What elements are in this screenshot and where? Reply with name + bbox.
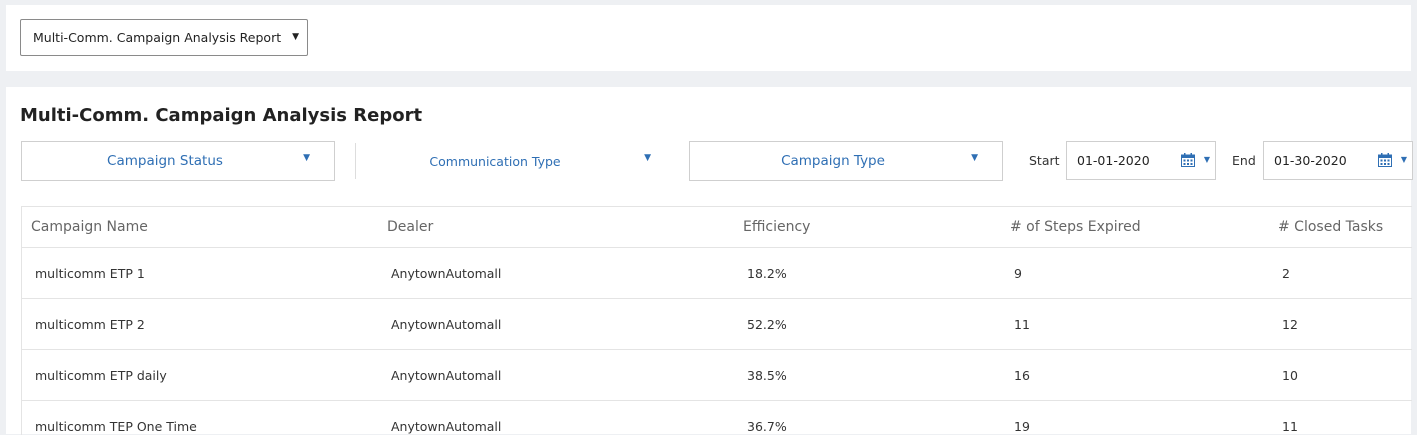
table-header-row: Campaign Name Dealer Efficiency # of Ste…	[22, 207, 1412, 248]
cell-efficiency: 36.7%	[734, 401, 1001, 435]
cell-campaign-name: multicomm ETP 1	[22, 248, 378, 299]
caret-down-icon: ▼	[1401, 155, 1407, 164]
campaign-analysis-table: Campaign Name Dealer Efficiency # of Ste…	[22, 207, 1412, 435]
caret-down-icon: ▼	[644, 153, 651, 163]
cell-closed-tasks: 10	[1269, 350, 1412, 401]
end-date-input[interactable]: 01-30-2020 ▼	[1263, 141, 1413, 180]
cell-efficiency: 52.2%	[734, 299, 1001, 350]
start-date-value: 01-01-2020	[1077, 153, 1150, 168]
column-header-campaign-name[interactable]: Campaign Name	[22, 207, 378, 248]
campaign-status-dropdown[interactable]: Campaign Status ▼	[21, 141, 335, 181]
report-panel: Multi-Comm. Campaign Analysis Report Cam…	[6, 87, 1411, 434]
cell-campaign-name: multicomm ETP 2	[22, 299, 378, 350]
cell-campaign-name: multicomm TEP One Time	[22, 401, 378, 435]
cell-efficiency: 38.5%	[734, 350, 1001, 401]
column-header-closed-tasks[interactable]: # Closed Tasks	[1269, 207, 1412, 248]
cell-steps-expired: 16	[1001, 350, 1269, 401]
column-header-efficiency[interactable]: Efficiency	[734, 207, 1001, 248]
campaign-type-label: Campaign Type	[781, 153, 885, 169]
cell-dealer: AnytownAutomall	[378, 401, 734, 435]
cell-campaign-name: multicomm ETP daily	[22, 350, 378, 401]
table-row[interactable]: multicomm TEP One Time AnytownAutomall 3…	[22, 401, 1412, 435]
cell-dealer: AnytownAutomall	[378, 299, 734, 350]
cell-efficiency: 18.2%	[734, 248, 1001, 299]
calendar-icon[interactable]	[1378, 153, 1392, 167]
campaign-table-container: Campaign Name Dealer Efficiency # of Ste…	[21, 206, 1412, 435]
cell-closed-tasks: 2	[1269, 248, 1412, 299]
report-type-select[interactable]: Multi-Comm. Campaign Analysis Report ▼	[20, 19, 308, 56]
column-header-dealer[interactable]: Dealer	[378, 207, 734, 248]
start-date-input[interactable]: 01-01-2020 ▼	[1066, 141, 1216, 180]
communication-type-label: Communication Type	[429, 154, 560, 169]
cell-closed-tasks: 12	[1269, 299, 1412, 350]
cell-closed-tasks: 11	[1269, 401, 1412, 435]
caret-down-icon: ▼	[303, 153, 310, 163]
cell-steps-expired: 19	[1001, 401, 1269, 435]
cell-steps-expired: 11	[1001, 299, 1269, 350]
cell-dealer: AnytownAutomall	[378, 248, 734, 299]
report-selector-panel: Multi-Comm. Campaign Analysis Report ▼	[6, 5, 1411, 71]
cell-dealer: AnytownAutomall	[378, 350, 734, 401]
calendar-icon[interactable]	[1181, 153, 1195, 167]
table-row[interactable]: multicomm ETP 2 AnytownAutomall 52.2% 11…	[22, 299, 1412, 350]
table-row[interactable]: multicomm ETP 1 AnytownAutomall 18.2% 9 …	[22, 248, 1412, 299]
page-title: Multi-Comm. Campaign Analysis Report	[20, 105, 422, 126]
start-date-label: Start	[1029, 153, 1060, 168]
cell-steps-expired: 9	[1001, 248, 1269, 299]
report-type-select-value: Multi-Comm. Campaign Analysis Report	[33, 30, 281, 45]
table-row[interactable]: multicomm ETP daily AnytownAutomall 38.5…	[22, 350, 1412, 401]
filter-divider	[355, 143, 356, 179]
campaign-type-dropdown[interactable]: Campaign Type ▼	[689, 141, 1003, 181]
caret-down-icon: ▼	[1204, 155, 1210, 164]
caret-down-icon: ▼	[971, 153, 978, 163]
end-date-value: 01-30-2020	[1274, 153, 1347, 168]
end-date-label: End	[1232, 153, 1256, 168]
communication-type-dropdown[interactable]: Communication Type ▼	[357, 141, 667, 181]
campaign-status-label: Campaign Status	[107, 153, 223, 169]
column-header-steps-expired[interactable]: # of Steps Expired	[1001, 207, 1269, 248]
caret-down-icon: ▼	[292, 32, 299, 42]
